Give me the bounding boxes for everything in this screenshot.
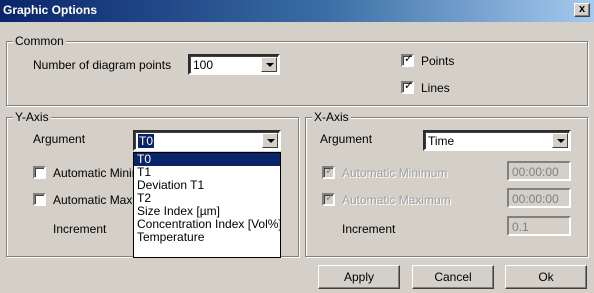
- y-argument-label: Argument: [33, 132, 86, 146]
- x-increment-value: 0.1: [512, 220, 529, 234]
- common-legend: Common: [13, 34, 66, 48]
- chevron-down-icon[interactable]: [261, 57, 277, 72]
- x-auto-min-label: Automatic Minimum: [342, 166, 448, 180]
- diagram-points-select[interactable]: 100: [188, 54, 280, 75]
- x-auto-max-checkbox[interactable]: ✓: [322, 192, 335, 206]
- lines-checkbox-label: Lines: [421, 81, 450, 95]
- dropdown-option[interactable]: T0: [134, 153, 280, 166]
- dropdown-option[interactable]: Temperature: [134, 231, 280, 244]
- dropdown-option[interactable]: T2: [134, 192, 280, 205]
- x-increment-field[interactable]: 0.1: [507, 216, 571, 236]
- close-button[interactable]: x: [574, 3, 590, 17]
- x-argument-value: Time: [428, 134, 455, 148]
- y-argument-value: T0: [136, 133, 156, 149]
- apply-button[interactable]: Apply: [318, 265, 400, 289]
- check-icon: ✓: [404, 80, 414, 92]
- x-increment-label: Increment: [342, 222, 396, 236]
- x-auto-min-field[interactable]: 00:00:00: [507, 161, 571, 181]
- x-auto-max-value: 00:00:00: [512, 192, 559, 206]
- diagram-points-label: Number of diagram points: [33, 58, 172, 72]
- check-icon: ✓: [325, 192, 335, 204]
- points-checkbox-label: Points: [421, 54, 455, 68]
- title-bar: Graphic Options x: [0, 0, 594, 22]
- x-auto-min-checkbox[interactable]: ✓: [322, 165, 335, 179]
- dropdown-option[interactable]: Deviation T1: [134, 179, 280, 192]
- chevron-down-icon[interactable]: [262, 133, 278, 148]
- dropdown-option[interactable]: Size Index [µm]: [134, 205, 280, 218]
- y-argument-dropdown-list: T0 T1 Deviation T1 T2 Size Index [µm] Co…: [133, 152, 281, 258]
- x-argument-select[interactable]: Time: [423, 130, 571, 151]
- x-auto-min-value: 00:00:00: [512, 165, 559, 179]
- ok-button[interactable]: Ok: [505, 265, 587, 289]
- x-auto-max-field[interactable]: 00:00:00: [507, 188, 571, 208]
- check-icon: ✓: [404, 53, 414, 65]
- x-auto-max-label: Automatic Maximum: [342, 193, 451, 207]
- y-auto-max-checkbox[interactable]: [33, 193, 46, 206]
- cancel-button[interactable]: Cancel: [412, 265, 494, 289]
- points-checkbox[interactable]: ✓: [401, 53, 414, 67]
- diagram-points-value: 100: [193, 58, 214, 72]
- x-argument-label: Argument: [320, 132, 373, 146]
- dropdown-option[interactable]: T1: [134, 166, 280, 179]
- window-title: Graphic Options: [3, 3, 98, 17]
- y-auto-min-checkbox[interactable]: [33, 166, 46, 179]
- chevron-down-icon[interactable]: [552, 133, 568, 148]
- check-icon: ✓: [325, 165, 335, 177]
- common-group: Common: [6, 34, 588, 106]
- y-increment-label: Increment: [53, 222, 107, 236]
- dropdown-option[interactable]: Concentration Index [Vol%]: [134, 218, 280, 231]
- y-axis-legend: Y-Axis: [13, 110, 51, 124]
- x-axis-legend: X-Axis: [312, 110, 351, 124]
- lines-checkbox[interactable]: ✓: [401, 80, 414, 94]
- y-argument-select[interactable]: T0: [133, 130, 281, 151]
